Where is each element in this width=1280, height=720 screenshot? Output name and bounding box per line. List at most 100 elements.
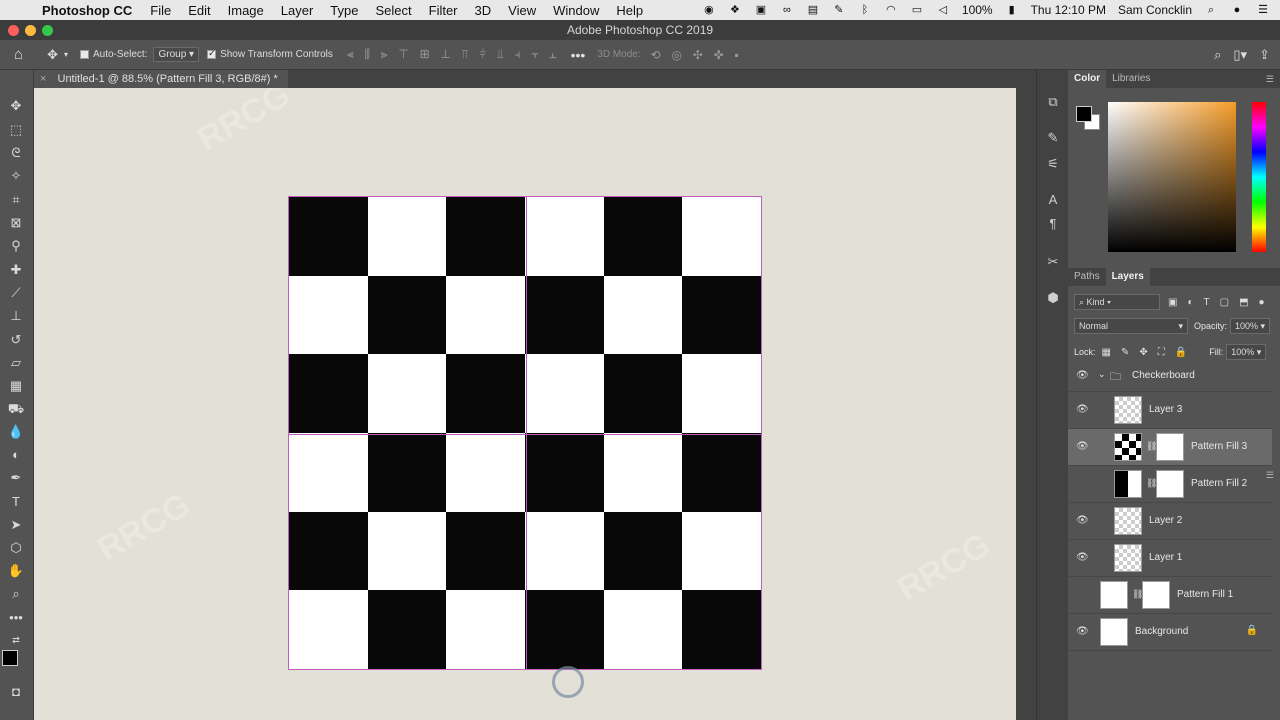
visibility-eye-icon[interactable]: 👁 (1076, 552, 1089, 563)
layer-name[interactable]: Pattern Fill 2 (1191, 478, 1247, 489)
tab-color[interactable]: Color (1068, 70, 1107, 88)
record-icon[interactable]: ◉ (702, 4, 716, 16)
gradient-tool-icon[interactable]: ▦ (5, 376, 27, 396)
type-tool-icon[interactable]: T (5, 492, 27, 512)
tool-presets-panel-icon[interactable]: ✂ (1043, 254, 1063, 272)
show-transform-checkbox[interactable] (207, 48, 217, 59)
move-tool-preset-icon[interactable]: ✥ (47, 47, 58, 63)
vertical-guide[interactable] (526, 196, 527, 670)
foreground-color-chip[interactable] (1076, 106, 1092, 122)
3d-orbit-icon[interactable]: ⟲ (651, 48, 661, 62)
user-name[interactable]: Sam Concklin (1118, 3, 1192, 17)
share-icon[interactable]: ⇪ (1259, 47, 1270, 63)
filter-smart-object-icon[interactable]: ⬒ (1239, 297, 1248, 308)
swap-colors-icon[interactable]: ⇄ (5, 630, 27, 650)
tab-layers[interactable]: Layers (1105, 268, 1150, 286)
menu-edit[interactable]: Edit (188, 3, 210, 18)
more-options-icon[interactable]: ••• (571, 47, 586, 63)
shape-tool-icon[interactable]: ⬡ (5, 538, 27, 558)
dodge-tool-icon[interactable]: ◐ (5, 445, 27, 465)
menu-window[interactable]: Window (553, 3, 599, 18)
eraser-tool-icon[interactable]: ▱ (5, 353, 27, 373)
distribute-hcenter-icon[interactable]: ⫟ (531, 47, 538, 61)
lock-icon[interactable]: 🔒 (1246, 625, 1258, 636)
battery-icon[interactable]: ▮ (1005, 4, 1019, 16)
home-icon[interactable]: ⌂ (14, 46, 23, 63)
foreground-color-swatch[interactable] (2, 650, 18, 666)
layer-name[interactable]: Pattern Fill 3 (1191, 441, 1247, 452)
filter-pixel-icon[interactable]: ▣ (1168, 297, 1177, 308)
magic-wand-tool-icon[interactable]: ✧ (5, 166, 27, 186)
distribute-right-icon[interactable]: ⫠ (549, 47, 556, 61)
distribute-left-icon[interactable]: ⫞ (514, 47, 520, 61)
paragraph-panel-icon[interactable]: ¶ (1043, 216, 1063, 234)
clone-stamp-tool-icon[interactable]: ⊥ (5, 306, 27, 326)
wd-icon[interactable]: ▣ (754, 4, 768, 16)
layer-row-group[interactable]: 👁 ⌄ 🗀 Checkerboard (1068, 360, 1272, 392)
volume-icon[interactable]: ◁ (936, 4, 950, 16)
layer-row[interactable]: 👁 Layer 2 (1068, 503, 1272, 540)
evernote-icon[interactable]: ▤ (806, 4, 820, 16)
layer-mask-thumbnail[interactable] (1156, 433, 1184, 461)
tab-paths[interactable]: Paths (1068, 268, 1106, 286)
zoom-tool-icon[interactable]: ⌕ (5, 584, 27, 604)
spotlight-search-icon[interactable]: ⌕ (1204, 4, 1218, 16)
layer-mask-thumbnail[interactable] (1156, 470, 1184, 498)
visibility-eye-icon[interactable]: 👁 (1076, 478, 1088, 489)
edit-toolbar-icon[interactable]: ••• (5, 608, 27, 628)
align-hcenter-icon[interactable]: ⫼ (364, 47, 370, 61)
lock-transparent-icon[interactable]: ▦ (1102, 347, 1111, 358)
align-left-icon[interactable]: ⫷ (347, 47, 354, 61)
fill-field[interactable]: 100% ▾ (1226, 344, 1267, 360)
lasso-tool-icon[interactable]: ᘓ (5, 143, 27, 163)
visibility-eye-icon[interactable]: 👁 (1076, 626, 1089, 637)
checkerboard-document[interactable] (288, 196, 762, 670)
distribute-vcenter-icon[interactable]: ⫩ (479, 47, 486, 61)
brushes-panel-icon[interactable]: ✎ (1043, 130, 1063, 148)
adjustments-panel-icon[interactable]: ⚟ (1043, 156, 1063, 174)
filter-toggle-icon[interactable]: ● (1259, 297, 1265, 308)
history-panel-icon[interactable]: ⧉ (1043, 94, 1063, 112)
horizontal-guide[interactable] (288, 434, 762, 435)
close-window-button[interactable] (8, 25, 19, 36)
blend-mode-dropdown[interactable]: Normal ▾ (1074, 318, 1188, 334)
path-selection-tool-icon[interactable]: ➤ (5, 515, 27, 535)
align-vcenter-icon[interactable]: ⊞ (420, 47, 430, 61)
3d-panel-icon[interactable]: ⬢ (1043, 290, 1063, 308)
quick-mask-icon[interactable]: ◘ (5, 682, 27, 702)
align-bottom-icon[interactable]: ⊥ (440, 47, 450, 61)
layer-row[interactable]: 👁 Layer 1 (1068, 540, 1272, 577)
distribute-top-icon[interactable]: ⫪ (462, 47, 469, 61)
menu-layer[interactable]: Layer (281, 3, 314, 18)
lock-pixels-icon[interactable]: ✎ (1121, 347, 1129, 358)
minimize-window-button[interactable] (25, 25, 36, 36)
3d-roll-icon[interactable]: ◎ (671, 48, 681, 62)
crop-tool-icon[interactable]: ⌗ (5, 190, 27, 210)
color-field[interactable] (1108, 102, 1236, 252)
search-icon[interactable]: ⌕ (1214, 47, 1221, 63)
layer-name[interactable]: Pattern Fill 1 (1177, 589, 1233, 600)
layer-row[interactable]: 👁 ⛓ Pattern Fill 2 (1068, 466, 1272, 503)
group-expand-chevron-icon[interactable]: ⌄ (1098, 369, 1106, 380)
show-transform-option[interactable]: Show Transform Controls (207, 48, 333, 60)
filter-adjustment-icon[interactable]: ◐ (1187, 297, 1193, 308)
move-tool-icon[interactable]: ✥ (5, 96, 27, 116)
eyedropper-tool-icon[interactable]: ⚲ (5, 236, 27, 256)
visibility-eye-icon[interactable]: 👁 (1076, 441, 1089, 452)
marquee-tool-icon[interactable]: ⬚ (5, 120, 27, 140)
menu-file[interactable]: File (150, 3, 171, 18)
auto-select-option[interactable]: Auto-Select: (79, 49, 147, 60)
menu-image[interactable]: Image (228, 3, 264, 18)
filter-type-icon[interactable]: T (1204, 297, 1210, 308)
healing-brush-tool-icon[interactable]: ✚ (5, 260, 27, 280)
menu-filter[interactable]: Filter (429, 3, 458, 18)
visibility-eye-icon[interactable]: 👁 (1076, 404, 1089, 415)
3d-slide-icon[interactable]: ✜ (714, 48, 724, 62)
layer-name[interactable]: Layer 3 (1149, 404, 1182, 415)
3d-scale-icon[interactable]: ▪ (734, 48, 738, 62)
bluetooth-icon[interactable]: ᛒ (858, 4, 872, 16)
pen-tool-icon[interactable]: ✒ (5, 468, 27, 488)
visibility-eye-icon[interactable]: 👁 (1076, 515, 1089, 526)
airplay-icon[interactable]: ▭ (910, 4, 924, 16)
color-panel-menu-icon[interactable]: ☰ (1266, 74, 1274, 85)
